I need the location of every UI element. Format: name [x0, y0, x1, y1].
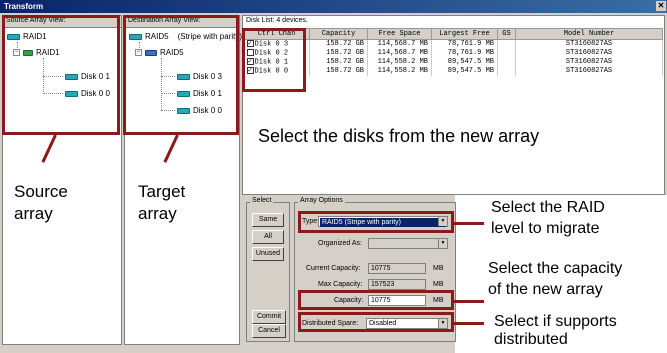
max-capacity-label: Max Capacity: — [318, 281, 363, 288]
table-row[interactable]: ✓ Disk 0 1 158.72 GB 114,558.2 MB 89,547.… — [243, 57, 663, 67]
organized-as-label: Organized As: — [318, 240, 362, 247]
max-capacity-unit: MB — [433, 281, 444, 288]
annotation-capacity: Select the capacity of the new array — [488, 260, 623, 298]
col-capacity[interactable]: Capacity — [309, 28, 368, 40]
commit-button[interactable]: Commit — [252, 310, 286, 324]
same-button[interactable]: Same — [252, 213, 284, 227]
disk-list-header: Disk List: 4 devices. — [243, 16, 664, 28]
max-capacity-field: 157523 — [368, 279, 426, 290]
annotation-source-array: Source array — [14, 182, 68, 223]
close-icon[interactable]: ✕ — [656, 1, 666, 11]
table-row[interactable]: ✓ Disk 0 3 158.72 GB 114,568.7 MB 78,761.… — [243, 39, 663, 49]
connector-distributed — [454, 322, 484, 325]
col-gs[interactable]: GS — [497, 28, 516, 40]
window-title: Transform — [4, 2, 44, 11]
chevron-down-icon[interactable]: ▼ — [438, 239, 447, 248]
all-button[interactable]: All — [252, 230, 284, 244]
transform-window: Transform ✕ Source Array View: RAID1 − R… — [0, 0, 667, 353]
organized-as-select[interactable]: ▼ — [368, 238, 448, 249]
select-group-label: Select — [250, 197, 274, 204]
highlight-distributed-spare — [298, 312, 454, 332]
col-free-space[interactable]: Free Space — [367, 28, 432, 40]
annotation-distributed: Select if supports distributed — [494, 313, 617, 348]
current-capacity-field: 10775 — [368, 263, 426, 274]
disk-table: Ctrl Chan Capacity Free Space Largest Fr… — [243, 28, 663, 76]
array-options-label: Array Options — [298, 197, 345, 204]
unused-button[interactable]: Unused — [252, 247, 284, 261]
highlight-type — [298, 211, 454, 233]
annotation-target-array: Target array — [138, 182, 186, 223]
table-row[interactable]: Disk 0 2 158.72 GB 114,568.7 MB 78,761.9… — [243, 48, 663, 58]
highlight-target-pane — [123, 15, 239, 135]
col-model-number[interactable]: Model Number — [515, 28, 663, 40]
highlight-ctrl-chan — [242, 28, 306, 92]
title-bar: Transform ✕ — [0, 0, 667, 13]
col-largest-free[interactable]: Largest Free — [431, 28, 498, 40]
table-row[interactable]: ✓ Disk 0 0 158.72 GB 114,558.2 MB 89,547.… — [243, 66, 663, 76]
connector-raid — [454, 222, 484, 225]
current-capacity-label: Current Capacity: — [306, 265, 361, 272]
current-capacity-unit: MB — [433, 265, 444, 272]
highlight-source-pane — [2, 15, 120, 135]
highlight-capacity — [298, 290, 454, 310]
annotation-raid-level: Select the RAID level to migrate — [491, 199, 605, 237]
annotation-select-disks: Select the disks from the new array — [258, 126, 540, 146]
cancel-button[interactable]: Cancel — [252, 324, 286, 338]
connector-capacity — [454, 300, 484, 303]
